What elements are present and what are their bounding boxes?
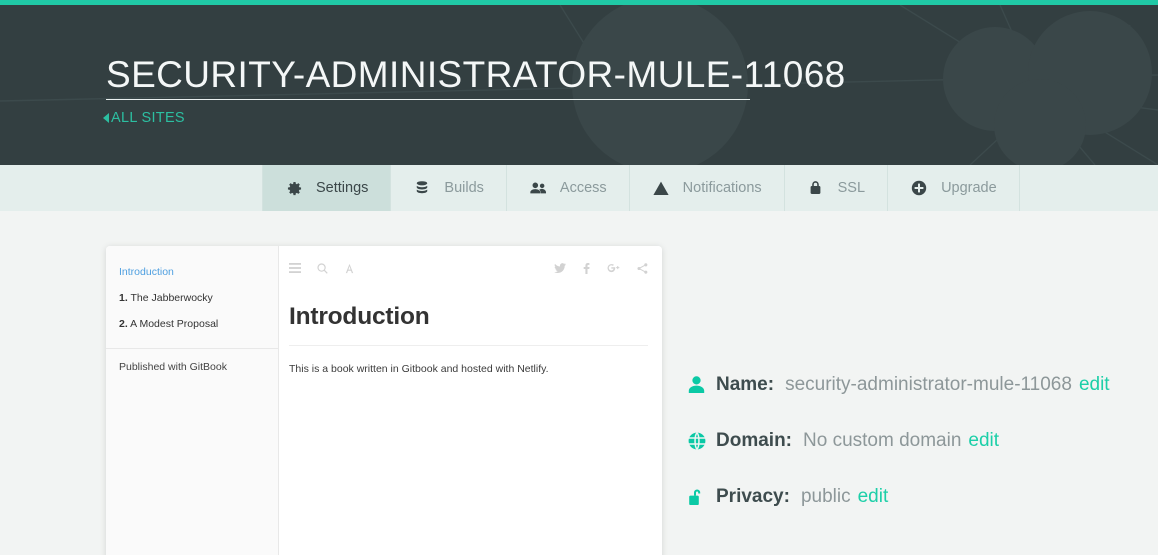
preview-nav-label: Introduction	[119, 266, 174, 278]
preview-nav-item-modest-proposal[interactable]: 2. A Modest Proposal	[106, 312, 278, 338]
font-size-icon[interactable]	[344, 263, 355, 274]
main-content: Introduction 1. The Jabberwocky 2. A Mod…	[0, 211, 1158, 555]
site-privacy-value: public	[800, 486, 851, 507]
page-title: SECURITY-ADMINISTRATOR-MULE-11068	[106, 54, 846, 95]
site-privacy-label: Privacy:	[716, 486, 790, 507]
database-icon	[413, 179, 431, 197]
preview-toolbar-left	[289, 262, 355, 274]
site-name-value: security-administrator-mule-11068	[785, 374, 1072, 395]
preview-nav-item-jabberwocky[interactable]: 1. The Jabberwocky	[106, 286, 278, 312]
preview-heading: Introduction	[289, 303, 430, 330]
preview-nav-number: 1.	[119, 291, 128, 304]
twitter-icon[interactable]	[554, 263, 566, 273]
plus-circle-icon	[910, 179, 928, 197]
tab-upgrade-label: Upgrade	[941, 180, 997, 196]
preview-nav-number: 2.	[119, 317, 128, 330]
lock-icon	[807, 179, 825, 197]
all-sites-label: ALL SITES	[111, 110, 185, 126]
users-icon	[529, 179, 547, 197]
preview-nav-item-introduction[interactable]: Introduction	[106, 260, 278, 286]
site-privacy-row: Privacy: public edit	[688, 469, 1148, 525]
site-name-label: Name:	[716, 374, 775, 395]
globe-icon	[688, 432, 716, 450]
site-preview-card[interactable]: Introduction 1. The Jabberwocky 2. A Mod…	[106, 246, 662, 555]
site-privacy-edit-link[interactable]: edit	[858, 486, 889, 508]
main-tab-bar: Settings Builds Access Notifications SSL…	[0, 165, 1158, 211]
site-domain-edit-link[interactable]: edit	[968, 430, 999, 452]
site-domain-row: Domain: No custom domain edit	[688, 413, 1148, 469]
tab-settings-label: Settings	[316, 180, 369, 196]
preview-published-with: Published with GitBook	[119, 361, 227, 374]
preview-toolbar	[289, 258, 648, 278]
preview-nav-label: A Modest Proposal	[130, 317, 219, 330]
preview-body: Introduction This is a book written in G…	[279, 246, 662, 555]
site-domain-label: Domain:	[716, 430, 792, 451]
tab-upgrade[interactable]: Upgrade	[887, 165, 1019, 211]
tab-access[interactable]: Access	[505, 165, 629, 211]
unlock-icon	[688, 488, 716, 507]
preview-paragraph: This is a book written in Gitbook and ho…	[289, 363, 549, 375]
gear-icon	[285, 179, 303, 197]
user-icon	[688, 376, 716, 394]
google-plus-icon[interactable]	[607, 263, 620, 273]
header-content: SECURITY-ADMINISTRATOR-MULE-11068 ALL SI…	[0, 5, 1158, 165]
tabbar-left-spacer	[0, 165, 262, 211]
hamburger-icon[interactable]	[289, 263, 301, 273]
tab-access-label: Access	[559, 180, 607, 196]
site-name-edit-link[interactable]: edit	[1079, 374, 1110, 396]
warning-icon	[652, 179, 670, 197]
facebook-icon[interactable]	[583, 262, 590, 274]
preview-nav-label: The Jabberwocky	[130, 291, 213, 304]
preview-heading-rule	[289, 345, 648, 346]
tab-ssl[interactable]: SSL	[783, 165, 887, 211]
site-domain-value: No custom domain	[803, 430, 962, 451]
preview-sidebar: Introduction 1. The Jabberwocky 2. A Mod…	[106, 246, 279, 555]
tab-builds-label: Builds	[444, 180, 484, 196]
site-name-row: Name: security-administrator-mule-11068 …	[688, 357, 1148, 413]
preview-toolbar-right	[554, 262, 648, 274]
tab-builds[interactable]: Builds	[390, 165, 506, 211]
triangle-left-icon	[103, 113, 109, 123]
title-underline	[106, 99, 750, 100]
share-icon[interactable]	[637, 262, 648, 274]
tabbar-right-spacer	[1018, 165, 1158, 211]
site-header: SECURITY-ADMINISTRATOR-MULE-11068 ALL SI…	[0, 5, 1158, 165]
tab-notifications-label: Notifications	[682, 180, 762, 196]
search-icon[interactable]	[317, 262, 328, 274]
site-info-panel: Name: security-administrator-mule-11068 …	[688, 357, 1148, 525]
tab-notifications[interactable]: Notifications	[628, 165, 784, 211]
tab-settings[interactable]: Settings	[262, 165, 391, 211]
tab-ssl-label: SSL	[837, 180, 866, 196]
all-sites-link[interactable]: ALL SITES	[103, 110, 185, 126]
